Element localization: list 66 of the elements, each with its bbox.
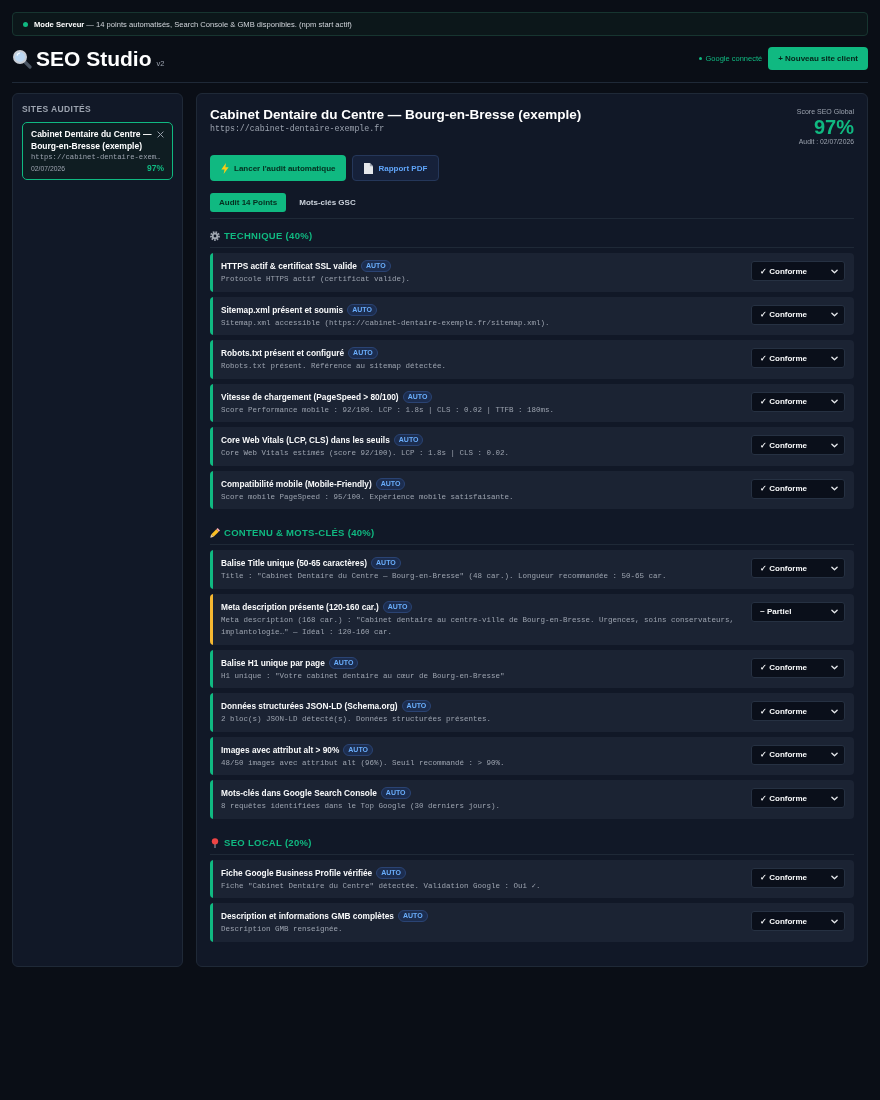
pin-icon xyxy=(210,837,220,848)
chevron-down-icon xyxy=(831,355,838,361)
check-title: Mots-clés dans Google Search Console xyxy=(221,787,377,799)
site-url: https://cabinet-dentaire-exemple.fr xyxy=(210,123,386,135)
site-name: Cabinet Dentaire du Centre — Bourg-en-Bresse (exemple) xyxy=(31,129,153,152)
check-title: Vitesse de chargement (PageSpeed > 80/100) xyxy=(221,390,399,403)
new-client-button[interactable]: + Nouveau site client xyxy=(768,47,868,70)
tab[interactable]: Mots-clés GSC xyxy=(290,193,365,212)
status-dot-icon xyxy=(699,57,703,60)
status-dropdown[interactable]: ✓ Conforme xyxy=(751,348,845,368)
check-title: Compatibilité mobile (Mobile-Friendly) xyxy=(221,477,372,490)
score-value: 97% xyxy=(812,117,854,137)
status-dropdown[interactable]: ✓ Conforme xyxy=(751,911,845,931)
magnifier-icon xyxy=(12,49,32,69)
lightning-icon xyxy=(221,162,229,174)
document-icon xyxy=(364,162,374,174)
sidebar-heading: SITES AUDITÉS xyxy=(22,104,93,114)
chevron-down-icon xyxy=(831,312,838,317)
chevron-down-icon xyxy=(831,486,838,491)
check-title: Robots.txt présent et configuré xyxy=(221,347,345,359)
chevron-down-icon xyxy=(831,609,838,614)
chevron-down-icon xyxy=(831,665,838,670)
chevron-down-icon xyxy=(831,752,838,757)
site-score: 97% xyxy=(147,163,164,173)
section-title: TECHNIQUE (40%) xyxy=(224,229,313,243)
check-title: Balise H1 unique par page xyxy=(221,656,325,669)
chevron-down-icon xyxy=(831,918,838,924)
chevron-down-icon xyxy=(831,442,838,448)
status-dot-icon xyxy=(23,21,28,27)
status-dropdown[interactable]: ✓ Conforme xyxy=(751,478,845,499)
site-title: Cabinet Dentaire du Centre — Bourg-en-Bresse (exemple) xyxy=(210,107,582,123)
check-title: Balise Title unique (50-65 caractères) xyxy=(221,557,368,569)
status-dropdown[interactable]: ✓ Conforme xyxy=(751,304,845,325)
check-title: HTTPS actif & certificat SSL valide xyxy=(221,260,357,272)
check-title: Images avec attribut alt > 90% xyxy=(221,743,340,756)
tab[interactable]: Audit 14 Points xyxy=(210,193,287,212)
status-dropdown[interactable]: ✓ Conforme xyxy=(751,435,845,455)
status-dropdown[interactable]: ✓ Conforme xyxy=(751,867,845,888)
check-title: Données structurées JSON-LD (Schema.org) xyxy=(221,700,398,712)
section-title: CONTENU & MOTS-CLÉS (40%) xyxy=(224,526,375,540)
status-dropdown[interactable]: ✓ Conforme xyxy=(751,391,845,412)
chevron-down-icon xyxy=(831,795,838,801)
gear-icon xyxy=(210,231,220,241)
close-icon[interactable] xyxy=(157,131,164,138)
run-audit-button[interactable]: Lancer l'audit automatique xyxy=(210,155,347,181)
pdf-report-button[interactable]: Rapport PDF xyxy=(352,155,440,181)
status-dropdown[interactable]: ✓ Conforme xyxy=(751,788,845,808)
chevron-down-icon xyxy=(831,875,838,880)
chevron-down-icon xyxy=(831,708,838,714)
status-dropdown[interactable]: ~ Partiel xyxy=(751,601,845,622)
app-title: SEO Studio xyxy=(36,48,152,69)
status-dropdown[interactable]: ✓ Conforme xyxy=(751,701,845,721)
check-title: Description et informations GMB complètes xyxy=(221,910,394,922)
pencil-icon xyxy=(210,528,220,538)
status-dropdown[interactable]: ✓ Conforme xyxy=(751,744,845,765)
status-dropdown[interactable]: ✓ Conforme xyxy=(751,261,845,281)
chevron-down-icon xyxy=(831,399,838,404)
section-title: SEO LOCAL (20%) xyxy=(224,835,312,850)
check-title: Meta description présente (120-160 car.) xyxy=(221,600,379,613)
chevron-down-icon xyxy=(831,565,838,571)
chevron-down-icon xyxy=(831,268,838,274)
check-title: Sitemap.xml présent et soumis xyxy=(221,303,344,316)
status-dropdown[interactable]: ✓ Conforme xyxy=(751,657,845,678)
status-dropdown[interactable]: ✓ Conforme xyxy=(751,558,845,578)
check-title: Fiche Google Business Profile vérifiée xyxy=(221,866,373,879)
check-title: Core Web Vitals (LCP, CLS) dans les seuils xyxy=(221,434,390,446)
